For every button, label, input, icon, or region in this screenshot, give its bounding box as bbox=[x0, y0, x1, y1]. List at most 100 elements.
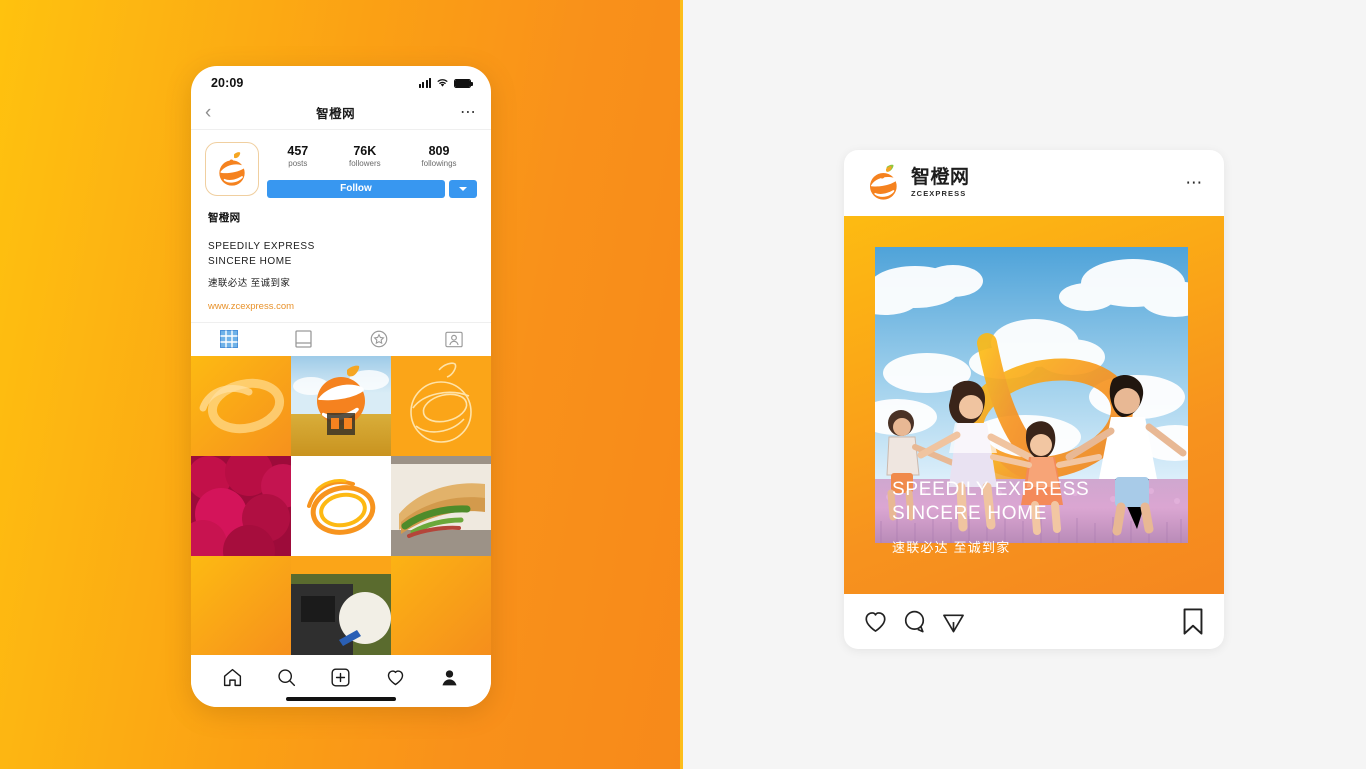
left-orange-backdrop: 20:09 ‹ 智橙网 ⋯ 457 posts 76K followers 80… bbox=[0, 0, 683, 769]
bio-chinese: 速联必达 至诚到家 bbox=[208, 277, 291, 289]
heart-icon bbox=[865, 612, 886, 632]
stat-followers[interactable]: 76K followers bbox=[349, 144, 381, 170]
social-post-card: 智橙网 ZCEXPRESS ⋯ SPEEDILY EXPRESS SINCERE… bbox=[844, 150, 1224, 649]
media-overlay-line2: SINCERE HOME bbox=[892, 503, 1047, 524]
follow-row: Follow bbox=[267, 179, 477, 198]
post-outline-orange bbox=[391, 355, 491, 456]
battery-icon bbox=[454, 78, 474, 88]
grid-icon bbox=[219, 330, 238, 349]
grid-cell[interactable] bbox=[191, 555, 291, 655]
wifi-icon bbox=[437, 79, 448, 87]
grid-cell[interactable] bbox=[391, 355, 491, 456]
person-icon bbox=[442, 669, 457, 685]
right-light-backdrop: 智橙网 ZCEXPRESS ⋯ SPEEDILY EXPRESS SINCERE… bbox=[683, 0, 1366, 769]
nav-add[interactable] bbox=[330, 667, 351, 688]
stat-followings-label: followings bbox=[421, 159, 457, 169]
save-button[interactable] bbox=[1180, 607, 1206, 636]
heart-icon bbox=[387, 669, 404, 685]
page-title: 智橙网 bbox=[316, 107, 356, 121]
post-logo-field bbox=[291, 355, 391, 456]
list-card-icon bbox=[295, 330, 312, 348]
stat-posts-value: 457 bbox=[287, 144, 309, 158]
bio-website-link[interactable]: www.zcexpress.com bbox=[208, 301, 474, 312]
nav-search[interactable] bbox=[276, 667, 297, 688]
bio-english-line1: SPEEDILY EXPRESS bbox=[208, 240, 315, 252]
app-nav-bar: ‹ 智橙网 ⋯ bbox=[191, 96, 491, 130]
post-plain-orange-1 bbox=[191, 555, 291, 655]
star-circle-icon bbox=[370, 330, 387, 348]
home-icon bbox=[223, 668, 241, 686]
grid-cell[interactable] bbox=[291, 455, 391, 556]
stats-row: 457 posts 76K followers 809 followings bbox=[267, 142, 477, 170]
brand-block[interactable]: 智橙网 ZCEXPRESS bbox=[864, 163, 970, 203]
bottom-tab-bar bbox=[191, 655, 491, 707]
post-swirl-white bbox=[291, 455, 391, 556]
search-icon bbox=[278, 668, 296, 686]
bio-display-name: 智橙网 bbox=[208, 211, 241, 224]
family-in-lavender-field: SPEEDILY EXPRESS SINCERE HOME bbox=[875, 247, 1188, 543]
comment-icon bbox=[904, 610, 925, 633]
orange-swoosh-logo bbox=[870, 164, 897, 200]
post-action-bar bbox=[844, 594, 1224, 649]
avatar[interactable] bbox=[205, 142, 259, 196]
like-button[interactable] bbox=[862, 608, 889, 635]
plus-square-icon bbox=[331, 667, 350, 687]
grid-cell[interactable] bbox=[291, 555, 391, 655]
share-paperplane-icon bbox=[943, 614, 964, 633]
nav-profile[interactable] bbox=[439, 667, 460, 688]
profile-stats-area: 457 posts 76K followers 809 followings F… bbox=[259, 142, 477, 198]
post-media[interactable]: SPEEDILY EXPRESS SINCERE HOME 速联必达 至诚到家 bbox=[844, 216, 1224, 594]
post-header: 智橙网 ZCEXPRESS ⋯ bbox=[844, 150, 1224, 216]
tab-feed[interactable] bbox=[266, 330, 341, 348]
phone-mockup: 20:09 ‹ 智橙网 ⋯ 457 posts 76K followers 80… bbox=[191, 66, 491, 707]
status-bar: 20:09 bbox=[191, 66, 491, 96]
share-button[interactable] bbox=[940, 608, 967, 635]
post-swirl-yellow bbox=[191, 355, 291, 456]
profile-bio: 智橙网 SPEEDILY EXPRESS SINCERE HOME 速联必达 至… bbox=[191, 198, 491, 322]
more-horizontal-icon[interactable]: ⋯ bbox=[1185, 174, 1204, 191]
home-indicator bbox=[286, 697, 396, 701]
follow-dropdown-button[interactable] bbox=[449, 179, 477, 198]
chevron-left-icon[interactable]: ‹ bbox=[205, 103, 211, 122]
photo-grid bbox=[191, 355, 491, 655]
post-red-texture bbox=[191, 455, 291, 556]
stat-posts: 457 posts bbox=[287, 144, 308, 170]
person-card-icon bbox=[444, 331, 463, 347]
brand-name-en: ZCEXPRESS bbox=[911, 188, 967, 198]
stat-followers-value: 76K bbox=[353, 144, 377, 158]
grid-cell[interactable] bbox=[391, 455, 491, 556]
tab-grid[interactable] bbox=[191, 330, 266, 349]
tab-saved[interactable] bbox=[341, 330, 416, 348]
bookmark-icon bbox=[1183, 608, 1203, 635]
orange-logo-avatar bbox=[219, 152, 245, 186]
grid-cell[interactable] bbox=[391, 555, 491, 655]
stat-followings-value: 809 bbox=[428, 144, 450, 158]
media-caption-cn: 速联必达 至诚到家 bbox=[892, 540, 1011, 555]
post-photo: SPEEDILY EXPRESS SINCERE HOME bbox=[875, 247, 1188, 543]
stat-followings[interactable]: 809 followings bbox=[421, 144, 456, 170]
comment-button[interactable] bbox=[901, 608, 928, 635]
brand-name-cn: 智橙网 bbox=[911, 167, 970, 189]
post-action-left-group bbox=[862, 608, 967, 635]
grid-cell[interactable] bbox=[191, 455, 291, 556]
stat-followers-label: followers bbox=[349, 159, 381, 169]
more-horizontal-icon[interactable]: ⋯ bbox=[460, 105, 477, 120]
media-overlay-line1: SPEEDILY EXPRESS bbox=[892, 479, 1089, 500]
status-icon-group bbox=[418, 78, 474, 88]
grid-cell[interactable] bbox=[191, 355, 291, 456]
status-time: 20:09 bbox=[211, 76, 244, 90]
profile-header: 457 posts 76K followers 809 followings F… bbox=[191, 130, 491, 198]
grid-cell[interactable] bbox=[291, 355, 391, 456]
signal-icon bbox=[418, 78, 431, 88]
nav-likes[interactable] bbox=[385, 667, 406, 688]
follow-button[interactable]: Follow bbox=[267, 179, 445, 198]
profile-tab-strip bbox=[191, 321, 491, 356]
bio-english-line2: SINCERE HOME bbox=[208, 255, 292, 267]
tab-tagged[interactable] bbox=[416, 331, 491, 348]
post-worker bbox=[291, 555, 391, 655]
post-plain-orange-2 bbox=[391, 555, 491, 655]
post-sandwich bbox=[391, 455, 491, 556]
chevron-down-icon bbox=[459, 186, 467, 191]
stat-posts-label: posts bbox=[288, 159, 308, 169]
nav-home[interactable] bbox=[222, 667, 243, 688]
